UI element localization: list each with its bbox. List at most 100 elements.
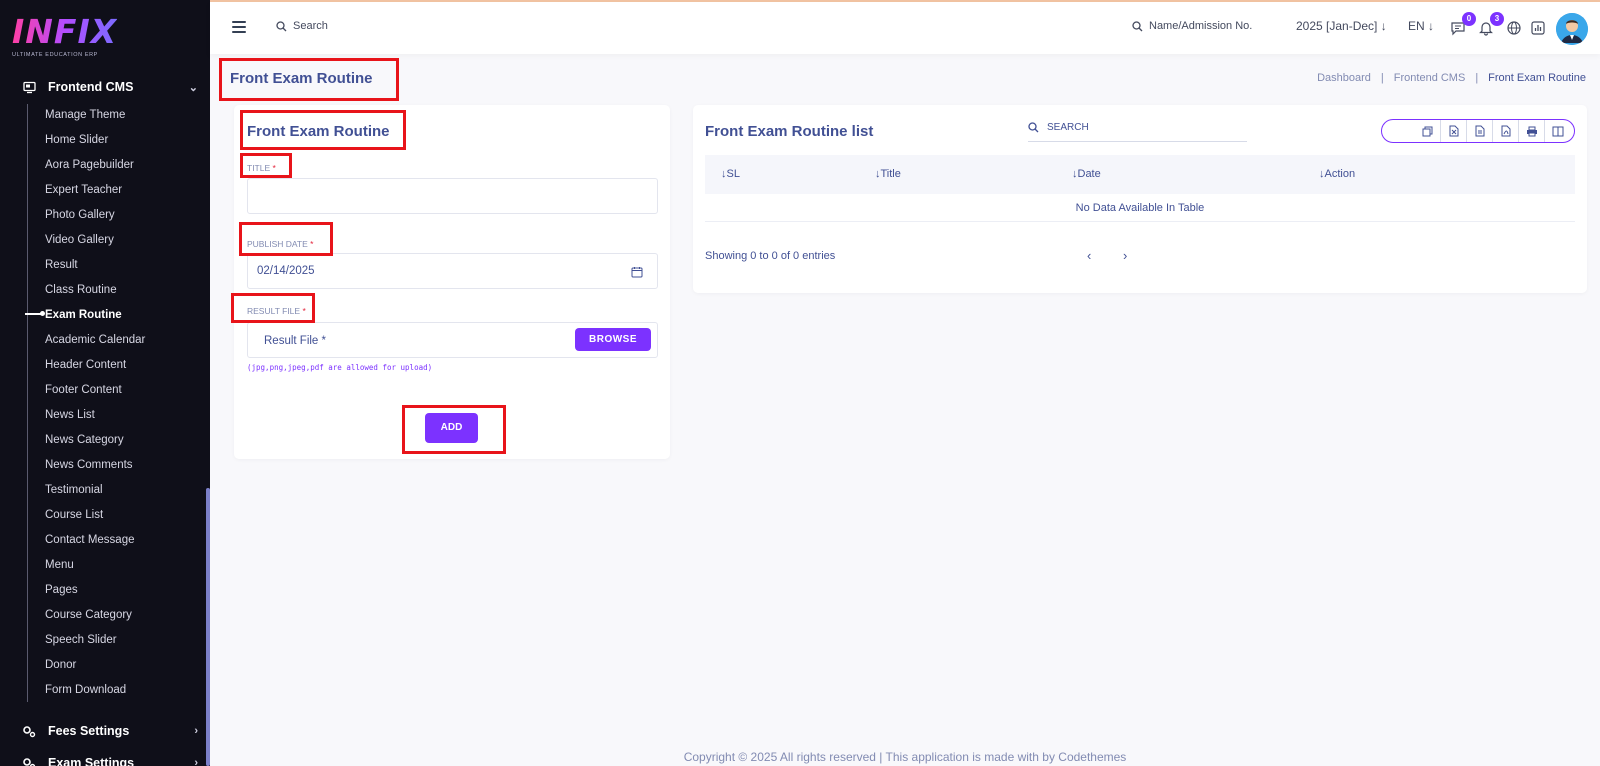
breadcrumb-frontend-cms[interactable]: Frontend CMS [1394, 72, 1466, 84]
globe-icon[interactable] [1506, 20, 1522, 36]
avatar[interactable] [1556, 13, 1588, 45]
active-indicator [25, 311, 45, 316]
logo-subtitle: ULTIMATE EDUCATION ERP [12, 52, 98, 58]
sidebar-item-speech-slider[interactable]: Speech Slider [45, 629, 145, 654]
topbar: Search Name/Admission No. 2025 [Jan-Dec]… [210, 2, 1600, 54]
sidebar: INFIX ULTIMATE EDUCATION ERP Frontend CM… [0, 0, 210, 766]
top-search-input[interactable]: Search [293, 20, 328, 32]
chevron-right-icon: › [194, 725, 198, 737]
session-select[interactable]: 2025 [Jan-Dec] ↓ [1296, 19, 1387, 33]
list-search[interactable]: SEARCH [1028, 114, 1247, 142]
chat-icon[interactable]: 0 [1450, 12, 1476, 36]
search-icon [1132, 20, 1143, 31]
copy-icon[interactable] [1414, 120, 1440, 142]
breadcrumb-separator: | [1380, 72, 1384, 84]
entries-info: Showing 0 to 0 of 0 entries [705, 250, 836, 262]
column-header-action[interactable]: ↓Action [1319, 168, 1355, 180]
annotation-box-add-button [402, 405, 506, 454]
result-file-input[interactable]: Result File * BROWSE [247, 322, 658, 358]
annotation-box-page-title [219, 58, 399, 101]
chat-badge: 0 [1462, 12, 1476, 26]
sidebar-section-label: Exam Settings [48, 756, 135, 766]
sidebar-item-contact-message[interactable]: Contact Message [45, 529, 145, 554]
annotation-box-form-title [240, 110, 406, 150]
submenu-guide-line [27, 104, 28, 702]
sidebar-item-testimonial[interactable]: Testimonial [45, 479, 145, 504]
sidebar-item-expert-teacher[interactable]: Expert Teacher [45, 179, 145, 204]
list-title: Front Exam Routine list [705, 123, 874, 140]
admission-search[interactable]: Name/Admission No. [1132, 20, 1252, 32]
sidebar-section-label: Fees Settings [48, 724, 130, 738]
gears-icon [22, 724, 36, 738]
sidebar-item-menu[interactable]: Menu [45, 554, 145, 579]
annotation-box-publish-date-label [239, 222, 333, 256]
chevron-down-icon: ⌄ [188, 81, 198, 94]
admission-search-input[interactable]: Name/Admission No. [1149, 20, 1252, 32]
browse-button[interactable]: BROWSE [575, 328, 651, 351]
notification-badge: 3 [1490, 12, 1504, 26]
gears-icon [22, 756, 36, 766]
breadcrumb-current: Front Exam Routine [1488, 72, 1586, 84]
calendar-icon[interactable] [631, 266, 643, 278]
top-search[interactable]: Search [276, 20, 328, 32]
sidebar-item-form-download[interactable]: Form Download [45, 679, 145, 704]
sidebar-item-home-slider[interactable]: Home Slider [45, 129, 145, 154]
pdf-icon[interactable] [1492, 120, 1518, 142]
bell-icon[interactable]: 3 [1478, 12, 1504, 36]
sidebar-item-pages[interactable]: Pages [45, 579, 145, 604]
sidebar-item-exam-routine[interactable]: Exam Routine [25, 304, 145, 329]
previous-page-icon[interactable]: ‹ [1087, 248, 1091, 263]
chevron-right-icon: › [194, 757, 198, 766]
frontend-cms-submenu: Manage Theme Home Slider Aora Pagebuilde… [25, 104, 145, 704]
sidebar-item-footer-content[interactable]: Footer Content [45, 379, 145, 404]
list-search-input[interactable]: SEARCH [1047, 122, 1089, 133]
sidebar-item-course-category[interactable]: Course Category [45, 604, 145, 629]
sidebar-item-header-content[interactable]: Header Content [45, 354, 145, 379]
chart-icon[interactable] [1530, 20, 1546, 36]
export-button-group [1381, 119, 1575, 143]
language-select[interactable]: EN ↓ [1408, 19, 1434, 33]
sidebar-item-news-comments[interactable]: News Comments [45, 454, 145, 479]
publish-date-input[interactable]: 02/14/2025 [247, 253, 658, 289]
sidebar-section-frontend-cms[interactable]: Frontend CMS ⌄ [22, 80, 198, 94]
sidebar-item-donor[interactable]: Donor [45, 654, 145, 679]
empty-table-message: No Data Available In Table [705, 194, 1575, 222]
sidebar-item-manage-theme[interactable]: Manage Theme [45, 104, 145, 129]
breadcrumb-separator: | [1475, 72, 1479, 84]
sidebar-item-academic-calendar[interactable]: Academic Calendar [45, 329, 145, 354]
annotation-box-title-label [240, 153, 292, 178]
column-header-title[interactable]: ↓Title [875, 168, 901, 180]
next-page-icon[interactable]: › [1123, 248, 1127, 263]
sidebar-section-fees-settings[interactable]: Fees Settings › [22, 724, 198, 738]
sidebar-scrollbar[interactable] [206, 488, 210, 766]
sidebar-section-exam-settings[interactable]: Exam Settings › [22, 756, 198, 766]
sidebar-item-course-list[interactable]: Course List [45, 504, 145, 529]
columns-icon[interactable] [1544, 120, 1570, 142]
language-value: EN [1408, 19, 1425, 33]
print-icon[interactable] [1518, 120, 1544, 142]
csv-icon[interactable] [1466, 120, 1492, 142]
sidebar-item-aora-pagebuilder[interactable]: Aora Pagebuilder [45, 154, 145, 179]
sidebar-item-video-gallery[interactable]: Video Gallery [45, 229, 145, 254]
sidebar-item-news-list[interactable]: News List [45, 404, 145, 429]
logo[interactable]: INFIX ULTIMATE EDUCATION ERP [12, 14, 117, 59]
footer: Copyright © 2025 All rights reserved | T… [683, 750, 1127, 764]
breadcrumb: Dashboard | Frontend CMS | Front Exam Ro… [1317, 72, 1586, 84]
search-icon [1028, 122, 1039, 133]
sidebar-item-class-routine[interactable]: Class Routine [45, 279, 145, 304]
breadcrumb-dashboard[interactable]: Dashboard [1317, 72, 1371, 84]
table-header: ↓SL ↓Title ↓Date ↓Action [705, 155, 1575, 194]
sidebar-section-label: Frontend CMS [48, 80, 134, 94]
publish-date-value: 02/14/2025 [257, 265, 315, 277]
sidebar-item-photo-gallery[interactable]: Photo Gallery [45, 204, 145, 229]
file-type-hint: (jpg,png,jpeg,pdf are allowed for upload… [247, 363, 433, 372]
search-icon [276, 20, 287, 31]
title-input[interactable] [247, 178, 658, 214]
sidebar-item-news-category[interactable]: News Category [45, 429, 145, 454]
sidebar-item-result[interactable]: Result [45, 254, 145, 279]
menu-icon[interactable] [232, 21, 246, 33]
column-header-date[interactable]: ↓Date [1072, 168, 1101, 180]
excel-icon[interactable] [1440, 120, 1466, 142]
column-header-sl[interactable]: ↓SL [721, 168, 740, 180]
routine-list-card: Front Exam Routine list SEARCH ↓SL ↓Titl… [693, 105, 1587, 293]
